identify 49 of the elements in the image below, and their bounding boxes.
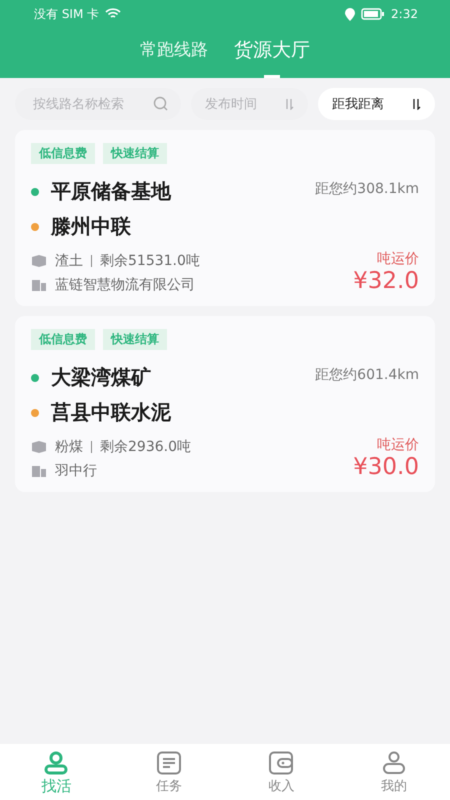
box-icon [31,254,47,268]
origin-dot [31,374,39,382]
sort-icon [411,98,421,110]
destination-dot [31,222,39,230]
nav-item[interactable]: 收入 [225,744,338,800]
sort-button[interactable]: 距我距离 [318,88,435,120]
building-icon [31,278,47,292]
distance-text: 距您约308.1km [315,180,419,199]
tag: 低信息费 [31,329,95,350]
sort-icon [284,98,294,110]
remaining-text: 剩余2936.0吨 [100,438,191,456]
person-icon [380,751,407,775]
cargo-text: 粉煤 [55,438,83,456]
cargo-card[interactable]: 低信息费 快速结算 平原储备基地 滕州中联 距您约308.1km 渣土 剩余51531.0吨 蓝链智慧物流有限公司 吨运价 ¥32.0 [15,130,435,306]
pin-icon [43,751,70,775]
nav-item[interactable]: 我的 [338,744,450,800]
company-text: 蓝链智慧物流有限公司 [55,276,195,294]
wifi-icon [105,8,122,20]
price-text: ¥32.0 [353,268,419,294]
box-icon [31,440,47,454]
origin-dot [31,188,39,196]
building-icon [31,464,47,478]
origin-text: 大梁湾煤矿 [51,364,151,391]
origin-text: 平原储备基地 [51,178,171,205]
distance-text: 距您约601.4km [315,366,419,385]
price-label: 吨运价 [377,436,419,454]
carrier-text: 没有 SIM 卡 [34,6,100,22]
battery-icon [361,8,386,20]
location-icon [345,8,356,20]
price-label: 吨运价 [377,250,419,268]
tab[interactable]: 货源大厅 [234,28,310,78]
destination-dot [31,408,39,416]
clock-text: 2:32 [391,7,418,21]
search-icon [153,96,169,112]
cargo-card[interactable]: 低信息费 快速结算 大梁湾煤矿 莒县中联水泥 距您约601.4km 粉煤 剩余2936.0吨 羽中行 吨运价 ¥30.0 [15,316,435,492]
price-text: ¥30.0 [353,454,419,480]
company-text: 羽中行 [55,462,97,480]
tag: 低信息费 [31,143,95,164]
nav-item[interactable]: 任务 [112,744,225,800]
wallet-icon [268,751,294,775]
tag: 快速结算 [103,329,167,350]
document-icon [156,751,182,775]
nav-item[interactable]: 找活 [0,744,112,800]
remaining-text: 剩余51531.0吨 [100,252,200,270]
cargo-text: 渣土 [55,252,83,270]
tag: 快速结算 [103,143,167,164]
destination-text: 莒县中联水泥 [51,399,171,426]
destination-text: 滕州中联 [51,213,131,240]
tab[interactable]: 常跑线路 [140,28,208,78]
